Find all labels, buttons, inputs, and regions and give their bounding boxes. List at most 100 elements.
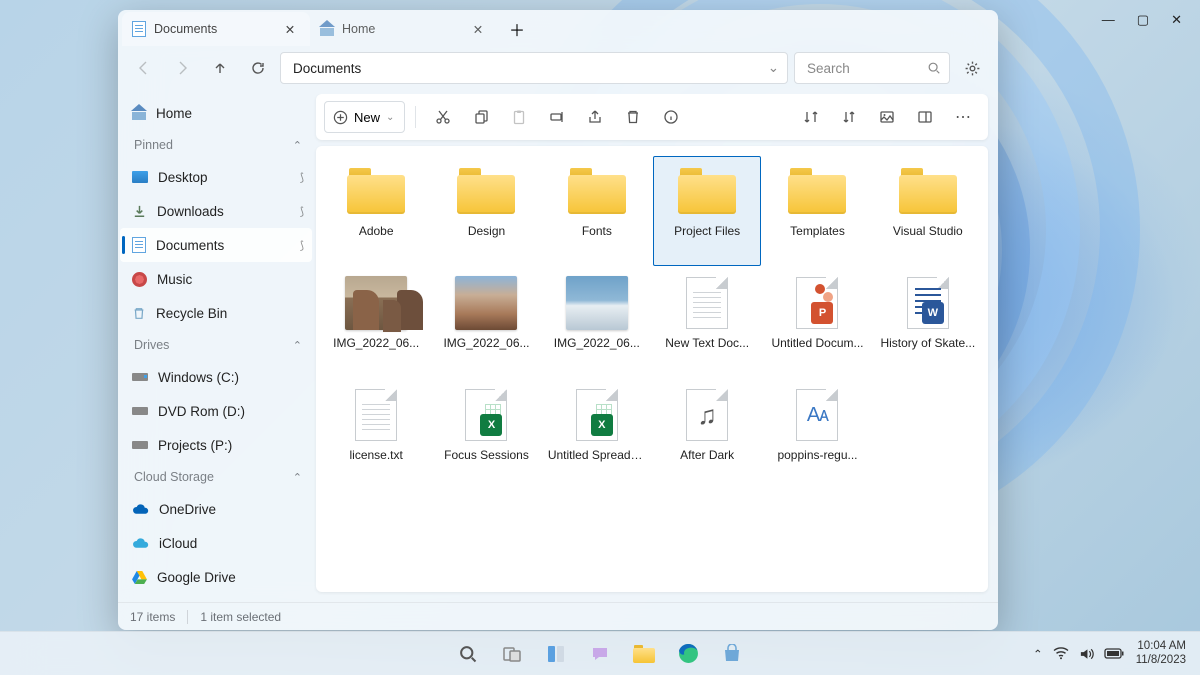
file-grid[interactable]: AdobeDesignFontsProject FilesTemplates Vi… xyxy=(316,146,988,592)
pin-icon[interactable]: ⟆ xyxy=(300,205,304,218)
file-icon xyxy=(786,387,848,443)
folder-item[interactable]: Visual Studio xyxy=(874,156,982,266)
search-placeholder: Search xyxy=(807,61,850,76)
sidebar-item-desktop[interactable]: Desktop⟆ xyxy=(120,160,312,194)
file-item[interactable]: poppins-regu... xyxy=(763,380,871,490)
details-pane-button[interactable] xyxy=(908,100,942,134)
address-bar[interactable]: Documents ⌄ xyxy=(280,52,788,84)
search-input[interactable]: Search xyxy=(794,52,950,84)
file-item[interactable]: PUntitled Docum... xyxy=(763,268,871,378)
file-item[interactable]: WHistory of Skate... xyxy=(874,268,982,378)
file-item[interactable]: IMG_2022_06... xyxy=(543,268,651,378)
file-icon xyxy=(455,275,517,331)
tab-documents[interactable]: Documents ✕ xyxy=(122,12,310,46)
document-icon xyxy=(132,21,146,37)
folder-item[interactable]: Adobe xyxy=(322,156,430,266)
sidebar-section-network[interactable]: Network⌄ xyxy=(120,594,312,602)
sidebar: Home Pinned⌃ Desktop⟆ Downloads⟆ Documen… xyxy=(118,94,316,602)
folder-item[interactable]: Fonts xyxy=(543,156,651,266)
window-maximize-button[interactable]: ▢ xyxy=(1137,12,1149,28)
folder-item[interactable]: Templates xyxy=(763,156,871,266)
delete-button[interactable] xyxy=(616,100,650,134)
pin-icon[interactable]: ⟆ xyxy=(300,239,304,252)
settings-button[interactable] xyxy=(956,52,988,84)
view-button[interactable] xyxy=(832,100,866,134)
folder-icon xyxy=(455,163,517,219)
tab-close-button[interactable]: ✕ xyxy=(282,21,298,37)
folder-item[interactable]: Project Files xyxy=(653,156,761,266)
trash-icon xyxy=(132,306,146,321)
properties-button[interactable] xyxy=(654,100,688,134)
file-item[interactable]: XFocus Sessions xyxy=(432,380,540,490)
taskbar-explorer[interactable] xyxy=(625,635,663,673)
nav-refresh-button[interactable] xyxy=(242,52,274,84)
nav-up-button[interactable] xyxy=(204,52,236,84)
file-icon xyxy=(345,275,407,331)
file-icon xyxy=(676,275,738,331)
sidebar-item-icloud[interactable]: iCloud xyxy=(120,526,312,560)
taskbar-store[interactable] xyxy=(713,635,751,673)
nav-forward-button[interactable] xyxy=(166,52,198,84)
more-button[interactable]: ⋯ xyxy=(946,100,980,134)
tab-home[interactable]: Home ✕ xyxy=(310,12,498,46)
battery-icon[interactable] xyxy=(1104,648,1124,659)
share-button[interactable] xyxy=(578,100,612,134)
sidebar-section-cloud[interactable]: Cloud Storage⌃ xyxy=(120,462,312,492)
new-tab-button[interactable]: ＋ xyxy=(502,14,532,44)
folder-item[interactable]: Design xyxy=(432,156,540,266)
sidebar-item-downloads[interactable]: Downloads⟆ xyxy=(120,194,312,228)
sidebar-item-drive-p[interactable]: Projects (P:) xyxy=(120,428,312,462)
file-icon: P xyxy=(786,275,848,331)
rename-button[interactable] xyxy=(540,100,574,134)
sidebar-item-drive-d[interactable]: DVD Rom (D:) xyxy=(120,394,312,428)
sidebar-item-onedrive[interactable]: OneDrive xyxy=(120,492,312,526)
status-item-count: 17 items xyxy=(130,610,175,624)
taskbar-taskview[interactable] xyxy=(493,635,531,673)
window-minimize-button[interactable]: — xyxy=(1102,12,1115,28)
copy-button[interactable] xyxy=(464,100,498,134)
pin-icon[interactable]: ⟆ xyxy=(300,171,304,184)
file-item[interactable]: XUntitled Spreads... xyxy=(543,380,651,490)
system-tray[interactable]: ⌃ 10:04 AM 11/8/2023 xyxy=(1033,640,1200,668)
tab-close-button[interactable]: ✕ xyxy=(470,21,486,37)
chevron-up-icon: ⌃ xyxy=(293,139,302,152)
sidebar-item-music[interactable]: Music xyxy=(120,262,312,296)
titlebar[interactable]: Documents ✕ Home ✕ ＋ xyxy=(118,10,998,48)
chevron-down-icon[interactable]: ⌄ xyxy=(768,60,779,76)
window-close-button[interactable]: ✕ xyxy=(1171,12,1182,28)
wifi-icon[interactable] xyxy=(1053,647,1069,660)
item-label: Focus Sessions xyxy=(444,447,529,463)
tray-chevron-icon[interactable]: ⌃ xyxy=(1033,647,1043,661)
sidebar-item-googledrive[interactable]: Google Drive xyxy=(120,560,312,594)
file-item[interactable]: IMG_2022_06... xyxy=(322,268,430,378)
paste-button[interactable] xyxy=(502,100,536,134)
download-icon xyxy=(132,204,147,219)
sidebar-item-recyclebin[interactable]: Recycle Bin xyxy=(120,296,312,330)
file-item[interactable]: IMG_2022_06... xyxy=(432,268,540,378)
file-item[interactable]: After Dark xyxy=(653,380,761,490)
sidebar-item-documents[interactable]: Documents⟆ xyxy=(120,228,312,262)
taskbar-search[interactable] xyxy=(449,635,487,673)
new-button[interactable]: New⌄ xyxy=(324,101,405,133)
home-icon xyxy=(320,22,334,36)
taskbar-edge[interactable] xyxy=(669,635,707,673)
cut-button[interactable] xyxy=(426,100,460,134)
preview-pane-button[interactable] xyxy=(870,100,904,134)
disc-drive-icon xyxy=(132,407,148,415)
nav-back-button[interactable] xyxy=(128,52,160,84)
file-item[interactable]: license.txt xyxy=(322,380,430,490)
sidebar-section-pinned[interactable]: Pinned⌃ xyxy=(120,130,312,160)
status-selection: 1 item selected xyxy=(200,610,281,624)
explorer-window: Documents ✕ Home ✕ ＋ Documents ⌄ Search … xyxy=(118,10,998,630)
taskbar-chat[interactable] xyxy=(581,635,619,673)
sidebar-home[interactable]: Home xyxy=(120,96,312,130)
file-item[interactable]: New Text Doc... xyxy=(653,268,761,378)
taskbar-widgets[interactable] xyxy=(537,635,575,673)
item-label: Visual Studio xyxy=(893,223,963,239)
sort-button[interactable] xyxy=(794,100,828,134)
volume-icon[interactable] xyxy=(1079,647,1094,661)
sidebar-item-drive-c[interactable]: Windows (C:) xyxy=(120,360,312,394)
chevron-down-icon: ⌄ xyxy=(386,112,394,123)
sidebar-section-drives[interactable]: Drives⌃ xyxy=(120,330,312,360)
taskbar[interactable]: ⌃ 10:04 AM 11/8/2023 xyxy=(0,631,1200,675)
